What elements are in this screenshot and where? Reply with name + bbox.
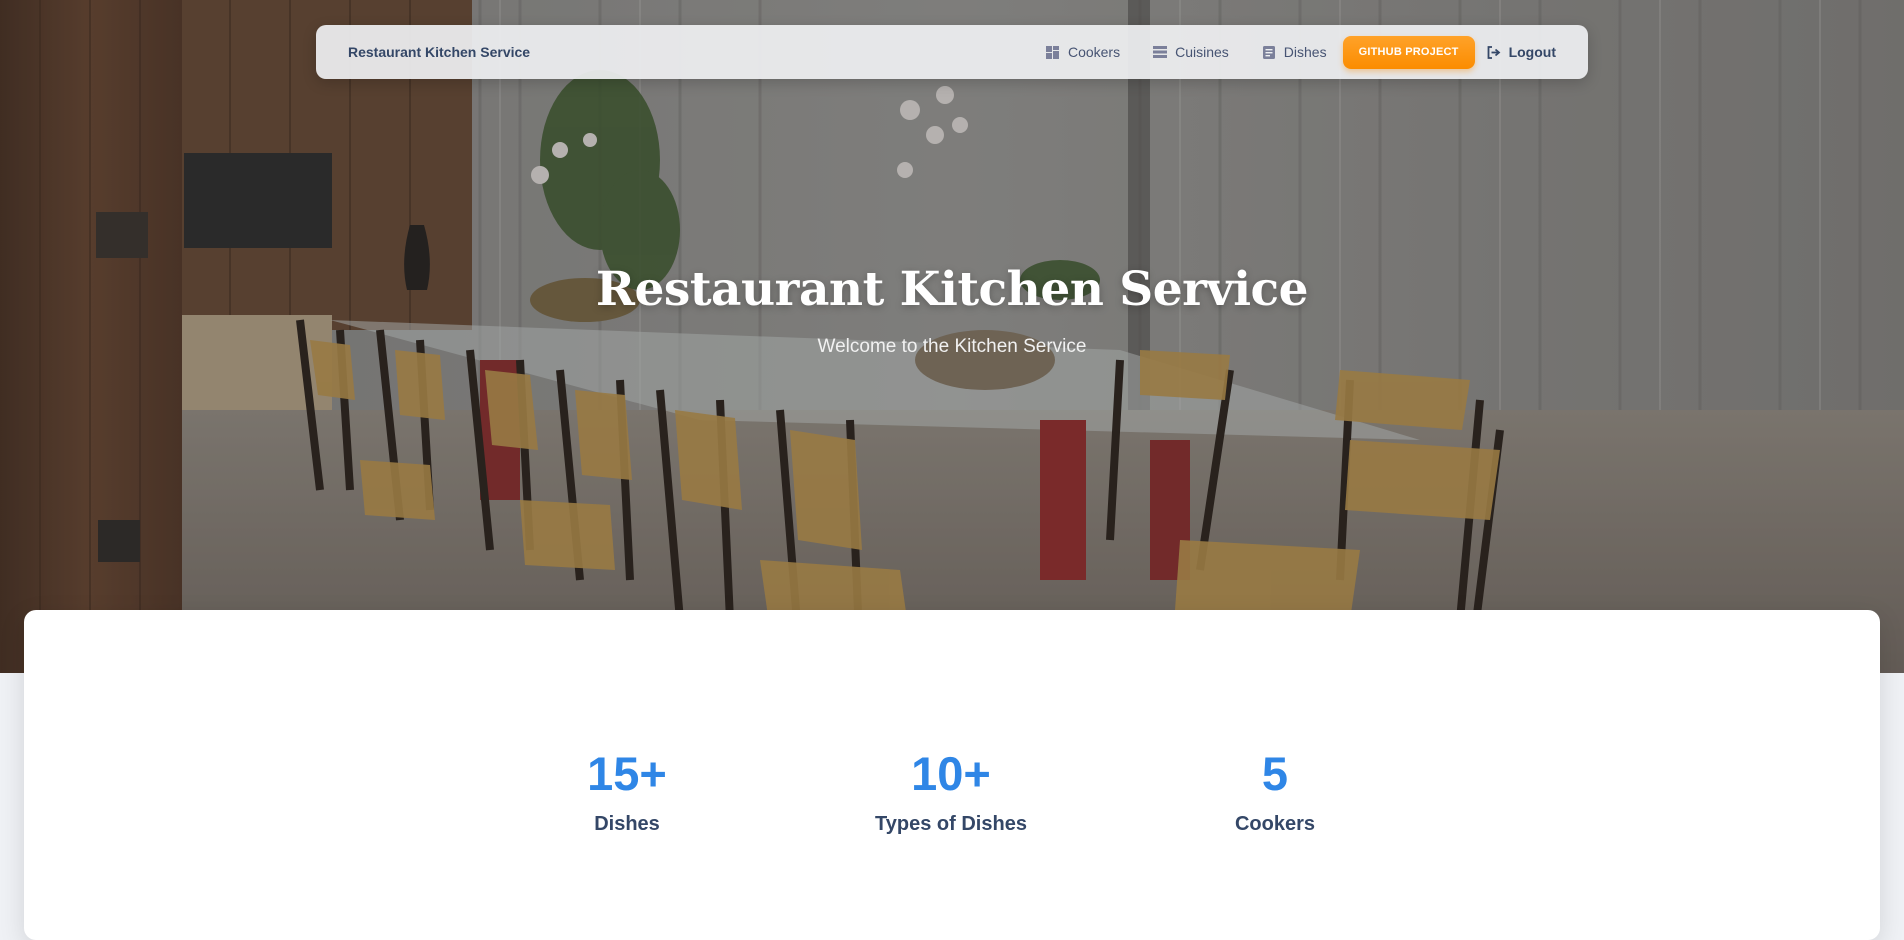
dashboard-icon <box>1046 45 1060 59</box>
hero-title: Restaurant Kitchen Service <box>595 262 1309 317</box>
stat-value: 15+ <box>587 747 667 800</box>
logout-label: Logout <box>1508 44 1556 60</box>
logout-link[interactable]: Logout <box>1487 44 1556 60</box>
logout-icon <box>1487 45 1501 59</box>
nav-link-label: Dishes <box>1283 44 1327 60</box>
stat-value: 5 <box>1261 747 1289 800</box>
stat-label: Cookers <box>1234 813 1316 835</box>
nav-link-cuisines[interactable]: Cuisines <box>1153 44 1229 60</box>
stat-dishes: 15+ Dishes <box>497 750 757 836</box>
nav-link-label: Cookers <box>1067 44 1121 60</box>
table-icon <box>1153 45 1168 59</box>
github-project-button[interactable]: GITHUB PROJECT <box>1342 35 1475 69</box>
stat-label: Dishes <box>594 813 660 835</box>
stat-value: 10+ <box>911 747 991 800</box>
stats-card: 15+ Dishes 10+ Types of Dishes 5 Cookers <box>24 610 1880 940</box>
nav-links: Cookers Cuisines Dishes GITHUB PROJECT L… <box>1013 35 1556 69</box>
receipt-icon <box>1262 45 1276 59</box>
top-navbar: Restaurant Kitchen Service Cookers Cuisi… <box>316 25 1588 79</box>
hero-subtitle: Welcome to the Kitchen Service <box>817 336 1087 357</box>
stat-label: Types of Dishes <box>875 813 1027 835</box>
nav-link-cookers[interactable]: Cookers <box>1046 44 1120 60</box>
nav-link-label: Cuisines <box>1175 44 1229 60</box>
stat-types-of-dishes: 10+ Types of Dishes <box>821 750 1081 836</box>
brand-link[interactable]: Restaurant Kitchen Service <box>348 44 530 60</box>
nav-link-dishes[interactable]: Dishes <box>1262 44 1327 60</box>
stat-cookers: 5 Cookers <box>1145 750 1405 836</box>
